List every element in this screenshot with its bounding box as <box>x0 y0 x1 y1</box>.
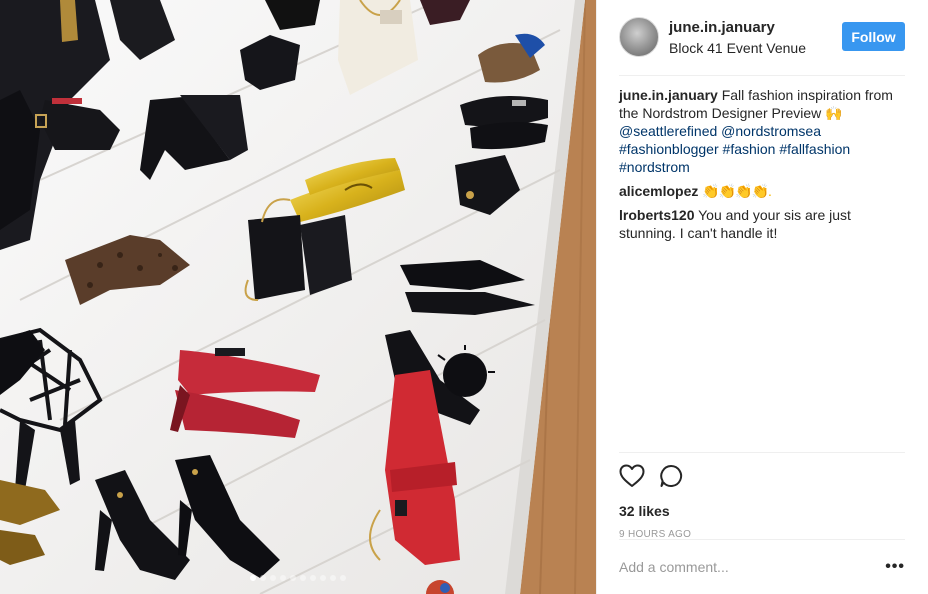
shoe-display-photo <box>0 0 596 594</box>
carousel-indicator[interactable] <box>0 575 596 581</box>
clapping-hands-emoji: 👏👏👏👏. <box>702 183 772 199</box>
comment-item: lroberts120 You and your sis are just st… <box>619 206 905 242</box>
comment-username[interactable]: alicemlopez <box>619 183 698 199</box>
hashtag-link[interactable]: #nordstrom <box>619 159 690 175</box>
add-comment-input[interactable]: Add a comment... <box>619 559 729 575</box>
header-text: june.in.january Block 41 Event Venue <box>669 19 806 57</box>
mention-link[interactable]: @nordstromsea <box>721 123 821 139</box>
comments-list: june.in.january Fall fashion inspiration… <box>619 86 905 248</box>
comment-username[interactable]: lroberts120 <box>619 207 694 223</box>
comment-icon[interactable] <box>659 464 683 488</box>
carousel-dot[interactable] <box>300 575 306 581</box>
hashtag-link[interactable]: #fashion <box>723 141 776 157</box>
carousel-dot[interactable] <box>310 575 316 581</box>
carousel-dot[interactable] <box>270 575 276 581</box>
carousel-dot[interactable] <box>290 575 296 581</box>
likes-count[interactable]: 32 likes <box>619 503 905 519</box>
header-location[interactable]: Block 41 Event Venue <box>669 39 806 57</box>
post-details-panel: june.in.january Block 41 Event Venue Fol… <box>596 0 928 594</box>
carousel-dot[interactable] <box>320 575 326 581</box>
action-icons <box>619 463 905 489</box>
carousel-dot[interactable] <box>260 575 266 581</box>
instagram-post: june.in.january Block 41 Event Venue Fol… <box>0 0 928 594</box>
raised-hands-emoji: 🙌 <box>825 105 842 121</box>
carousel-dot[interactable] <box>250 575 256 581</box>
more-options-icon[interactable]: ••• <box>885 558 905 576</box>
hashtag-link[interactable]: #fallfashion <box>779 141 850 157</box>
avatar[interactable] <box>619 17 659 57</box>
carousel-dot[interactable] <box>280 575 286 581</box>
follow-button[interactable]: Follow <box>842 22 905 51</box>
post-actions: 32 likes 9 HOURS AGO <box>619 452 905 540</box>
hashtag-link[interactable]: #fashionblogger <box>619 141 719 157</box>
carousel-dot[interactable] <box>330 575 336 581</box>
caption-username[interactable]: june.in.january <box>619 87 718 103</box>
add-comment-bar: Add a comment... ••• <box>619 539 905 594</box>
post-photo[interactable] <box>0 0 596 594</box>
header-username[interactable]: june.in.january <box>669 19 806 37</box>
comment-item: alicemlopez 👏👏👏👏. <box>619 182 905 200</box>
carousel-dot[interactable] <box>340 575 346 581</box>
caption: june.in.january Fall fashion inspiration… <box>619 86 905 176</box>
heart-icon[interactable] <box>619 464 645 488</box>
mention-link[interactable]: @seattlerefined <box>619 123 717 139</box>
post-header: june.in.january Block 41 Event Venue Fol… <box>619 13 905 76</box>
